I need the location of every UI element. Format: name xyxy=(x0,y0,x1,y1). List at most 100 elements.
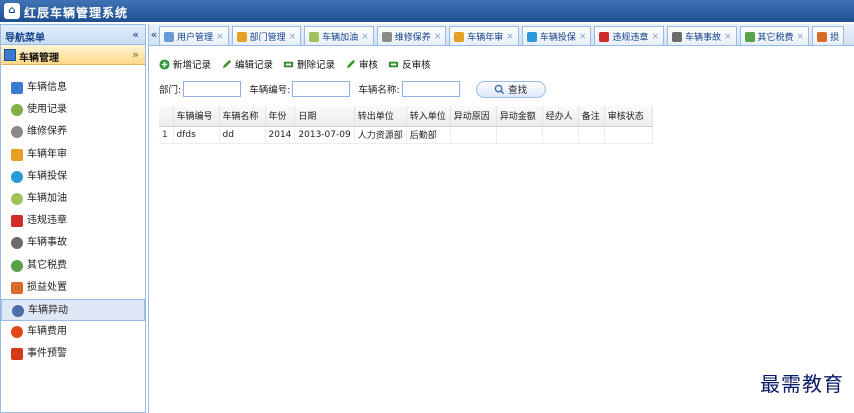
sidebar-item-list: 车辆信息 使用记录维修保养车辆年审 车辆投保车辆加油违规违章车辆事故其它税费损益处置… xyxy=(1,77,145,365)
tab-close-icon[interactable]: × xyxy=(724,32,732,42)
column-header[interactable]: 经办人 xyxy=(542,106,579,127)
add-record-button[interactable]: 新增记录 xyxy=(159,57,211,71)
tab-close-icon[interactable]: × xyxy=(216,32,224,42)
search-bar: 部门: 车辆编号: 车辆名称: 查找 xyxy=(159,79,546,99)
tab-close-icon[interactable]: × xyxy=(579,32,587,42)
tab[interactable]: 维修保养 × xyxy=(376,26,447,45)
sidebar-item[interactable]: 车辆加油 xyxy=(1,188,145,210)
vehicle-code-input[interactable] xyxy=(292,81,351,97)
dept-input[interactable] xyxy=(183,81,242,97)
table-cell xyxy=(578,126,605,144)
tab-close-icon[interactable]: × xyxy=(651,32,659,42)
column-header[interactable]: 审核状态 xyxy=(604,106,653,127)
delete-icon xyxy=(283,61,294,67)
column-header[interactable]: 车辆编号 xyxy=(173,106,220,127)
tab-icon xyxy=(526,31,537,42)
tab-icon xyxy=(671,31,682,42)
column-header[interactable]: 年份 xyxy=(265,106,296,127)
sidebar-item[interactable]: 车辆事故 xyxy=(1,232,145,254)
sidebar-collapse-icon[interactable]: « xyxy=(132,28,139,41)
edit-record-button[interactable]: 编辑记录 xyxy=(221,57,273,71)
app-logo-icon: ⌂ xyxy=(4,3,20,19)
vehicle-code-label: 车辆编号: xyxy=(249,85,291,96)
sidebar-item[interactable]: 车辆年审 xyxy=(1,144,145,166)
tab-label: 部门管理 xyxy=(249,33,286,43)
app-title-bar: ⌂ 红辰车辆管理系统 xyxy=(0,0,854,22)
column-header[interactable]: 转入单位 xyxy=(406,106,451,127)
sidebar-item[interactable]: 其它税费 xyxy=(1,255,145,277)
sidebar-item-label: 车辆加油 xyxy=(27,192,67,204)
sidebar-group-vehicle-management[interactable]: 车辆管理 » xyxy=(1,45,145,65)
tab-label: 车辆年审 xyxy=(467,33,504,43)
tax-icon xyxy=(11,259,23,272)
group-collapse-icon[interactable]: » xyxy=(132,48,139,61)
vehicle-management-icon xyxy=(4,49,16,61)
table-cell: 后勤部 xyxy=(406,126,451,144)
tab-icon xyxy=(817,31,828,42)
tab[interactable]: 车辆年审 × xyxy=(449,26,519,45)
tab-list: 用户管理 × 部门管理 × 车辆加油 × 维修保养 × 车辆年审 × 车辆投保 × 违规违章 × 车辆事故 ×… xyxy=(159,26,847,45)
tab-icon xyxy=(599,31,610,42)
tab-icon xyxy=(381,31,392,42)
vehicle-info-icon xyxy=(11,82,23,94)
sidebar-header: 导航菜单 « xyxy=(1,25,145,45)
tab[interactable]: 其它税费 × xyxy=(739,26,810,45)
tab-close-icon[interactable]: × xyxy=(797,32,805,42)
annual-review-icon xyxy=(11,148,23,161)
column-header[interactable]: 备注 xyxy=(578,106,605,127)
delete-record-label: 删除记录 xyxy=(297,60,336,71)
table-cell xyxy=(542,126,579,144)
table-row[interactable]: 1 dfds dd 2014 2013-07-09 人力资源部 后勤部 xyxy=(159,126,653,144)
tab[interactable]: 车辆投保 × xyxy=(521,26,592,45)
tab-icon xyxy=(236,31,247,42)
column-header[interactable]: 转出单位 xyxy=(354,106,407,127)
tab-strip: « 用户管理 × 部门管理 × 车辆加油 × 维修保养 × 车辆年审 × 车辆投保 × 违规违章 × 车辆事… xyxy=(149,24,854,46)
sidebar-item[interactable]: 事件预警 xyxy=(1,343,145,365)
tab[interactable]: 部门管理 × xyxy=(231,26,302,45)
sidebar-item[interactable]: 车辆投保 xyxy=(1,166,145,188)
unapprove-button[interactable]: 反审核 xyxy=(388,57,431,71)
vehicle-name-input[interactable] xyxy=(401,81,460,97)
tab-label: 车辆加油 xyxy=(322,33,359,43)
navigation-sidebar: 导航菜单 « 车辆管理 » 车辆信息 使用记录维修保养车辆年审 车辆投保车辆加油违规… xyxy=(0,24,146,413)
tab[interactable]: 用户管理 × xyxy=(159,26,229,45)
app-title: 红辰车辆管理系统 xyxy=(24,6,129,20)
column-header[interactable]: 异动原因 xyxy=(450,106,497,127)
sidebar-item[interactable]: 车辆信息 xyxy=(1,77,145,99)
column-header[interactable]: 日期 xyxy=(294,106,355,127)
column-header[interactable]: 异动金额 xyxy=(496,106,543,127)
toolbar: 新增记录 编辑记录 删除记录 审核 反审核 xyxy=(159,56,441,72)
sidebar-item-label: 其它税费 xyxy=(27,259,67,271)
tab[interactable]: 车辆事故 × xyxy=(666,26,737,45)
sidebar-item[interactable]: 使用记录 xyxy=(1,99,145,121)
tab-close-icon[interactable]: × xyxy=(506,32,514,42)
search-button[interactable]: 查找 xyxy=(475,80,546,98)
table-cell xyxy=(496,126,543,144)
tab-close-icon[interactable]: × xyxy=(361,32,369,42)
sidebar-item[interactable]: 车辆费用 xyxy=(1,321,145,343)
sidebar-item[interactable]: 违规违章 xyxy=(1,210,145,232)
tab-label: 违规违章 xyxy=(612,33,649,43)
main-panel: « 用户管理 × 部门管理 × 车辆加油 × 维修保养 × 车辆年审 × 车辆投保 × 违规违章 × 车辆事… xyxy=(148,24,854,413)
delete-record-button[interactable]: 删除记录 xyxy=(283,57,335,71)
dept-label: 部门: xyxy=(159,85,182,96)
sidebar-item-label: 违规违章 xyxy=(27,215,67,227)
search-button-label: 查找 xyxy=(508,85,528,96)
unapprove-icon xyxy=(388,61,399,67)
tab[interactable]: 违规违章 × xyxy=(594,26,664,45)
tab-label: 维修保养 xyxy=(394,33,431,43)
tab[interactable]: 损 xyxy=(812,26,845,45)
tab-scroll-left-icon[interactable]: « xyxy=(149,24,159,45)
sidebar-item[interactable]: 损益处置 xyxy=(1,277,145,299)
tab-close-icon[interactable]: × xyxy=(289,32,297,42)
unapprove-label: 反审核 xyxy=(402,60,431,71)
alert-icon xyxy=(11,348,23,361)
tab[interactable]: 车辆加油 × xyxy=(304,26,374,45)
sidebar-item-label: 维修保养 xyxy=(27,126,67,138)
sidebar-item[interactable]: 维修保养 xyxy=(1,121,145,143)
column-header[interactable]: 车辆名称 xyxy=(219,106,266,127)
tab-label: 车辆投保 xyxy=(539,33,576,43)
approve-button[interactable]: 审核 xyxy=(345,57,378,71)
tab-close-icon[interactable]: × xyxy=(434,32,442,42)
sidebar-item[interactable]: 车辆异动 xyxy=(1,298,145,322)
